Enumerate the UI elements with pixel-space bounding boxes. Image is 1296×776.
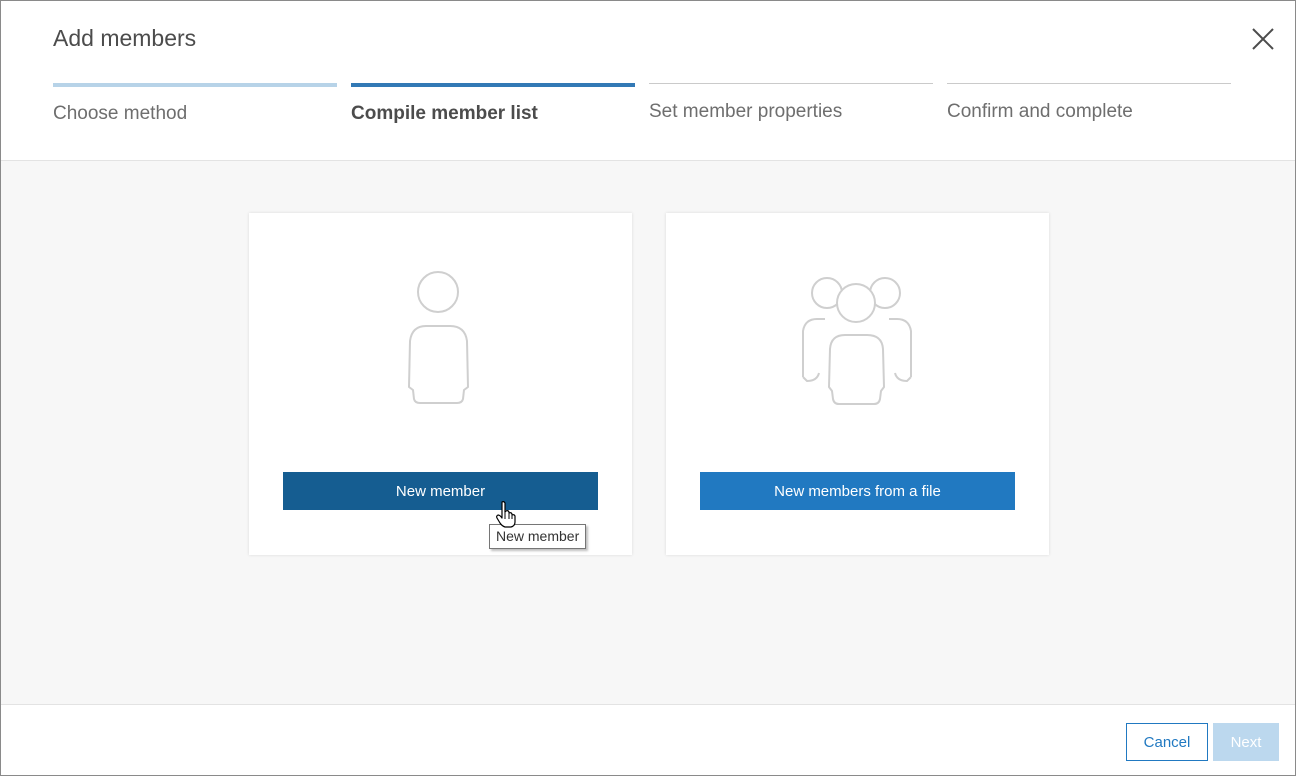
step-bar [351,83,635,87]
step-set-member-properties: Set member properties [649,83,933,133]
method-options: New member New members from a file [1,161,1295,704]
single-user-icon [408,271,469,404]
hand-cursor-icon [496,501,516,528]
step-choose-method: Choose method [53,83,337,133]
step-label: Confirm and complete [947,101,1133,122]
step-confirm-and-complete: Confirm and complete [947,83,1231,133]
close-icon [1252,28,1274,50]
dialog-header: Add members Choose method Compile member… [1,1,1295,161]
user-group-icon [802,277,912,405]
new-members-from-file-button[interactable]: New members from a file [700,472,1015,510]
step-bar [947,83,1231,84]
step-bar [53,83,337,87]
dialog-title: Add members [53,25,197,51]
new-member-card: New member [249,213,632,555]
cancel-button[interactable]: Cancel [1126,723,1208,761]
step-progress: Choose method Compile member list Set me… [53,83,1231,133]
step-bar [649,83,933,84]
add-members-dialog: Add members Choose method Compile member… [0,0,1296,776]
step-compile-member-list: Compile member list [351,83,635,133]
new-member-button[interactable]: New member [283,472,598,510]
next-button[interactable]: Next [1213,723,1279,761]
step-label: Compile member list [351,103,538,124]
dialog-footer: Cancel Next [1,704,1295,775]
step-label: Set member properties [649,101,843,122]
step-label: Choose method [53,103,188,124]
new-members-from-file-card: New members from a file [666,213,1049,555]
close-button[interactable] [1247,23,1279,55]
